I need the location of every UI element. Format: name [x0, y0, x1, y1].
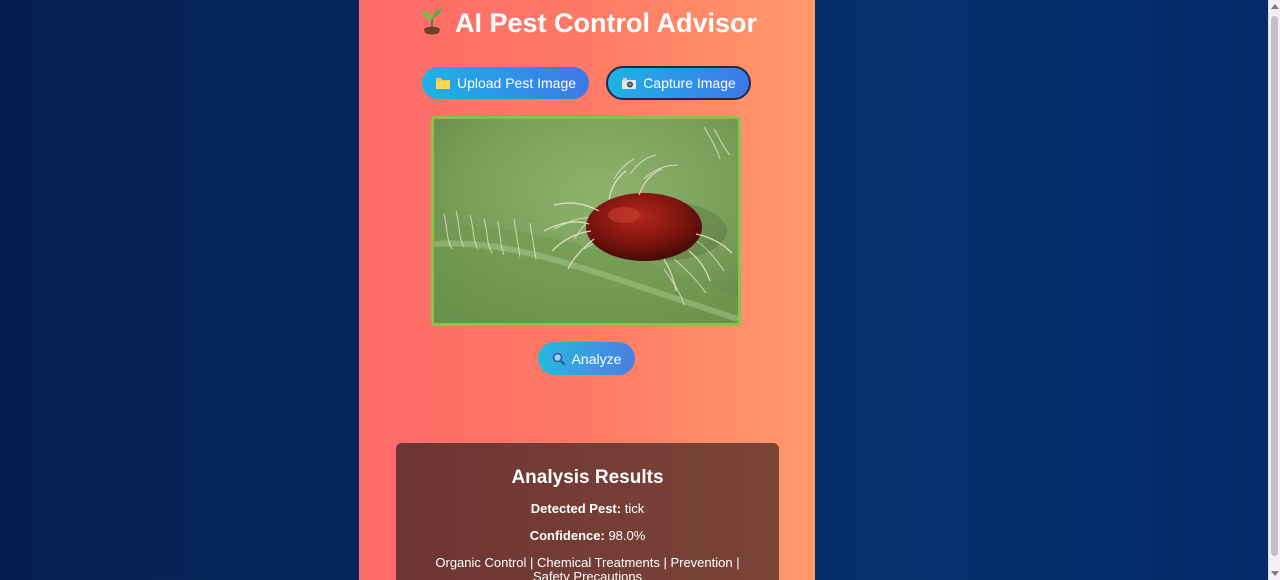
- page-scrollbar[interactable]: [1268, 0, 1280, 580]
- treatment-sections: Organic Control | Chemical Treatments | …: [435, 555, 740, 580]
- analyze-button[interactable]: Analyze: [538, 342, 635, 375]
- results-title: Analysis Results: [511, 467, 664, 488]
- detected-pest-row: Detected Pest: tick: [396, 501, 779, 516]
- confidence-value: 98.0%: [608, 528, 646, 543]
- confidence-row: Confidence: 98.0%: [396, 528, 779, 543]
- sprout-icon: [421, 9, 442, 35]
- magnifier-icon: [552, 352, 566, 366]
- detected-pest-value: tick: [624, 501, 645, 516]
- confidence-label: Confidence:: [529, 528, 605, 543]
- detected-pest-label: Detected Pest:: [530, 501, 622, 516]
- pest-photo: [434, 119, 738, 323]
- analyze-button-label: Analyze: [571, 350, 622, 367]
- pest-image-preview: [431, 116, 741, 326]
- upload-pest-image-button[interactable]: Upload Pest Image: [422, 67, 589, 99]
- scroll-thumb[interactable]: [1271, 16, 1278, 556]
- capture-image-button[interactable]: Capture Image: [606, 66, 751, 100]
- main-panel: AI Pest Control Advisor Upload Pest Imag…: [359, 0, 815, 580]
- analysis-results-card: Analysis Results Detected Pest: tick Con…: [396, 443, 779, 580]
- upload-button-label: Upload Pest Image: [456, 75, 577, 91]
- app-title-text: AI Pest Control Advisor: [454, 8, 758, 38]
- page-title: AI Pest Control Advisor: [359, 6, 815, 39]
- capture-button-label: Capture Image: [643, 75, 736, 91]
- scroll-down-icon[interactable]: [1271, 571, 1279, 576]
- folder-icon: [435, 76, 451, 90]
- scroll-up-icon[interactable]: [1271, 4, 1279, 9]
- camera-icon: [621, 77, 637, 90]
